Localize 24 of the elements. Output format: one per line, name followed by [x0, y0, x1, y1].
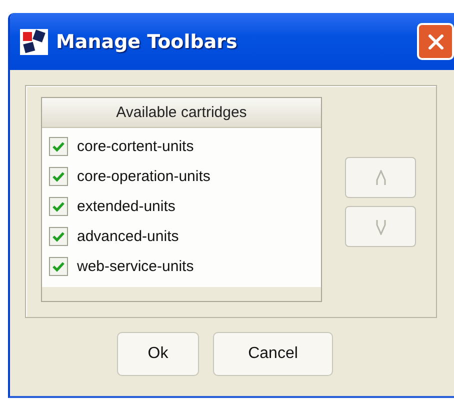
- cartridge-label: extended-units: [77, 198, 176, 214]
- caret-up-icon: [376, 170, 386, 186]
- cartridge-label: web-service-units: [77, 258, 194, 274]
- checkbox[interactable]: [49, 226, 68, 246]
- cartridge-label: advanced-units: [77, 228, 179, 244]
- close-icon: [426, 32, 446, 52]
- cancel-button[interactable]: Cancel: [213, 332, 333, 376]
- checkbox[interactable]: [49, 256, 68, 276]
- checkbox[interactable]: [49, 196, 68, 216]
- check-mark-icon: [52, 140, 65, 152]
- cartridge-label: core-cortent-units: [77, 138, 194, 154]
- check-mark-icon: [52, 170, 65, 182]
- check-mark-icon: [52, 230, 65, 242]
- caret-down-icon: [376, 218, 386, 234]
- column-header: Available cartridges: [42, 98, 321, 128]
- check-mark-icon: [52, 200, 65, 212]
- app-logo-icon: [20, 28, 48, 54]
- checkbox[interactable]: [49, 136, 68, 156]
- check-mark-icon: [52, 260, 65, 272]
- checkbox[interactable]: [49, 166, 68, 186]
- window-title: Manage Toolbars: [56, 30, 238, 52]
- close-button[interactable]: [417, 23, 454, 60]
- cartridge-label: core-operation-units: [77, 168, 210, 184]
- ok-button[interactable]: Ok: [117, 332, 199, 376]
